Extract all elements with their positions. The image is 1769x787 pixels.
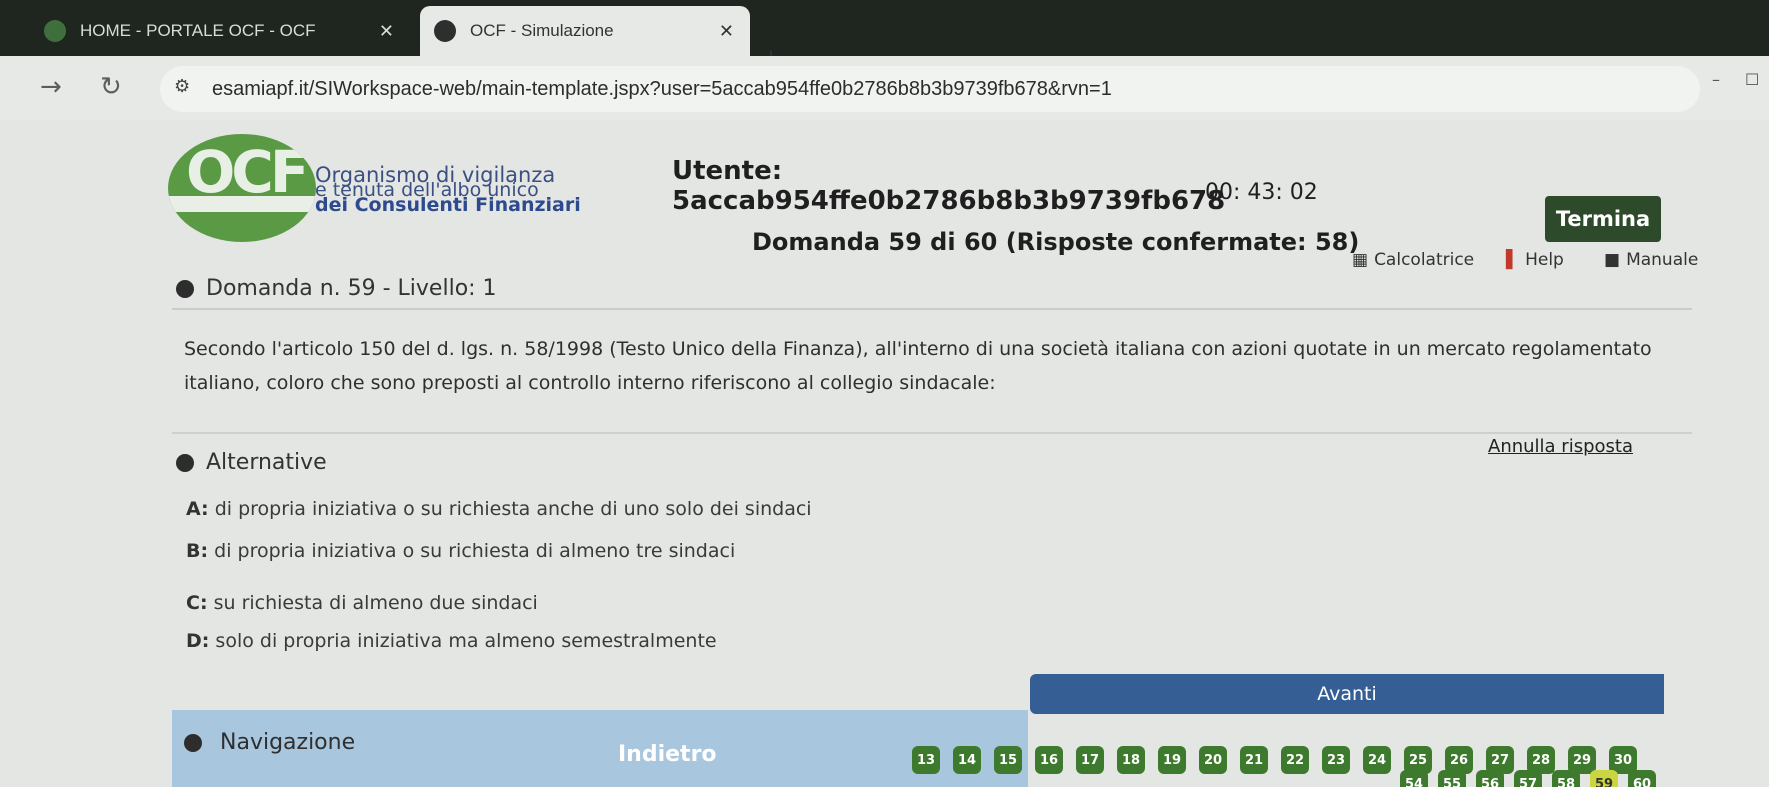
page-button-20[interactable]: 20 [1199,746,1227,774]
page-button-60[interactable]: 60 [1628,770,1656,787]
question-title: Domanda n. 59 - Livello: 1 [176,276,497,301]
divider [172,308,1692,310]
page-button-18[interactable]: 18 [1117,746,1145,774]
close-tab-icon[interactable]: ✕ [379,21,394,42]
page-button-21[interactable]: 21 [1240,746,1268,774]
minimize-icon[interactable]: – [1712,70,1720,89]
url-text: esamiapf.it/SIWorkspace-web/main-templat… [212,78,1112,100]
address-bar[interactable]: ⚙ esamiapf.it/SIWorkspace-web/main-templ… [160,66,1700,112]
question-counter: Domanda 59 di 60 (Risposte confermate: 5… [752,228,1360,256]
page-button-22[interactable]: 22 [1281,746,1309,774]
annulla-risposta-link[interactable]: Annulla risposta [1488,436,1633,457]
page-button-59[interactable]: 59 [1590,770,1618,787]
site-info-icon[interactable]: ⚙ [174,76,190,97]
indietro-label: Indietro [618,742,717,767]
alternatives-title: Alternative [176,450,327,475]
calculator-icon: ▦ [1352,250,1369,270]
tab-title: HOME - PORTALE OCF - OCF [80,21,316,40]
globe-icon [434,20,456,42]
book-icon: ■ [1604,250,1621,270]
browser-tab-bar: HOME - PORTALE OCF - OCF ✕ OCF - Simulaz… [0,0,1769,74]
divider [172,432,1692,434]
ocf-logo: OCF [168,134,316,242]
page-button-58[interactable]: 58 [1552,770,1580,787]
avanti-button[interactable]: Avanti [1030,674,1664,714]
forward-icon[interactable]: → [40,72,62,102]
section-bullet-icon [184,733,202,752]
maximize-icon[interactable]: ☐ [1745,70,1759,89]
page-button-14[interactable]: 14 [953,746,981,774]
page-button-13[interactable]: 13 [912,746,940,774]
alternative-a[interactable]: A: di propria iniziativa o su richiesta … [186,498,812,520]
question-text: Secondo l'articolo 150 del d. lgs. n. 58… [184,338,1652,394]
termina-button[interactable]: Termina [1545,196,1661,242]
reload-icon[interactable]: ↻ [100,72,122,102]
manuale-button[interactable]: ■ Manuale [1604,250,1698,270]
alternative-c[interactable]: C: su richiesta di almeno due sindaci [186,592,538,614]
exam-page: OCF Organismo di vigilanza e tenuta dell… [0,120,1769,787]
page-button-57[interactable]: 57 [1514,770,1542,787]
page-button-56[interactable]: 56 [1476,770,1504,787]
tab-title: OCF - Simulazione [470,21,614,40]
globe-icon [44,20,66,42]
user-label: Utente: [672,156,783,186]
page-button-19[interactable]: 19 [1158,746,1186,774]
page-button-16[interactable]: 16 [1035,746,1063,774]
alternative-b[interactable]: B: di propria iniziativa o su richiesta … [186,540,735,562]
page-button-23[interactable]: 23 [1322,746,1350,774]
help-button[interactable]: ▌ Help [1506,250,1564,270]
help-icon: ▌ [1506,250,1520,270]
browser-toolbar: → ↻ ⚙ esamiapf.it/SIWorkspace-web/main-t… [0,56,1769,120]
alternative-d[interactable]: D: solo di propria iniziativa ma almeno … [186,630,717,652]
tab-home-portale[interactable]: HOME - PORTALE OCF - OCF ✕ [30,6,410,56]
page-button-15[interactable]: 15 [994,746,1022,774]
page-button-54[interactable]: 54 [1400,770,1428,787]
organization-name: Organismo di vigilanza e tenuta dell'alb… [315,163,581,216]
navigation-title: Navigazione [184,730,355,755]
page-button-17[interactable]: 17 [1076,746,1104,774]
timer: 00: 43: 02 [1205,180,1318,205]
user-id: 5accab954ffe0b2786b8b3b9739fb678 [672,186,1226,216]
page-button-55[interactable]: 55 [1438,770,1466,787]
section-bullet-icon [176,453,194,472]
page-button-24[interactable]: 24 [1363,746,1391,774]
section-bullet-icon [176,279,194,298]
close-tab-icon[interactable]: ✕ [719,21,734,42]
calculator-button[interactable]: ▦ Calcolatrice [1352,250,1474,270]
tab-simulazione[interactable]: OCF - Simulazione ✕ [420,6,750,56]
